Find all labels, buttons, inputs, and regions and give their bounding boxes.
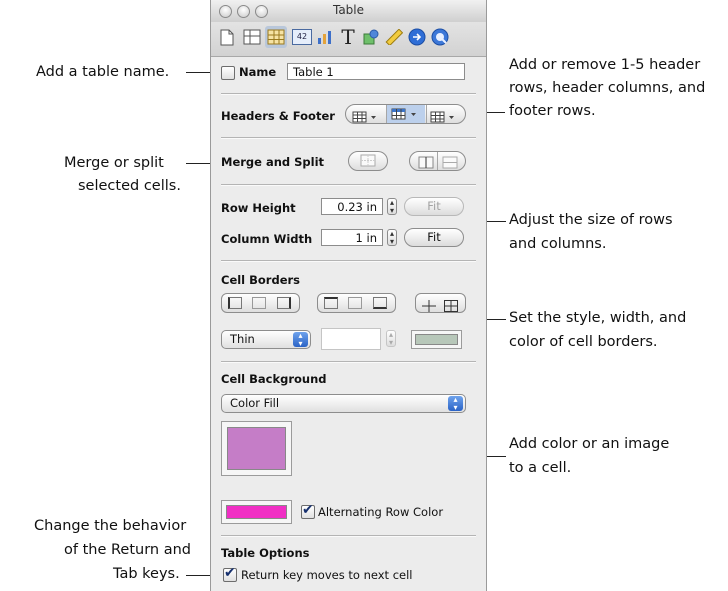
split-columns-button[interactable] xyxy=(418,154,434,169)
callout-return-line3: Tab keys. xyxy=(113,566,180,582)
inspector-toolbar: 42 T xyxy=(211,22,486,57)
callout-headers-line1: Add or remove 1-5 header xyxy=(509,57,701,73)
callout-background-line2: to a cell. xyxy=(509,460,572,476)
quicktime-icon[interactable] xyxy=(430,26,450,48)
callout-borders-line2: color of cell borders. xyxy=(509,334,658,350)
window-title: Table xyxy=(332,3,365,17)
outer-borders-button[interactable] xyxy=(444,297,458,312)
header-columns-button[interactable] xyxy=(387,105,425,123)
border-color-well[interactable] xyxy=(411,330,462,349)
alternating-row-color-well[interactable] xyxy=(221,500,292,524)
return-key-checkbox[interactable] xyxy=(223,565,237,582)
inner-horizontal-border-button[interactable] xyxy=(348,297,362,309)
inner-borders-button[interactable] xyxy=(422,297,436,312)
row-height-field[interactable]: 0.23 in xyxy=(321,198,383,215)
separator xyxy=(221,361,476,363)
text-label: T xyxy=(341,25,355,49)
separator xyxy=(221,535,476,537)
headers-footer-label: Headers & Footer xyxy=(221,109,335,123)
separator xyxy=(221,93,476,95)
chart-icon[interactable] xyxy=(315,26,335,48)
popup-arrows-icon: ▴ ▾ xyxy=(448,396,463,411)
name-label: Name xyxy=(239,65,277,79)
callout-size-line2: and columns. xyxy=(509,236,607,252)
table-name-field[interactable]: Table 1 xyxy=(287,63,465,80)
name-checkbox[interactable] xyxy=(221,66,235,80)
callout-background-line1: Add color or an image xyxy=(509,436,670,452)
bracket-borders-tick xyxy=(486,319,506,320)
row-height-label: Row Height xyxy=(221,201,296,215)
top-border-button[interactable] xyxy=(324,297,338,309)
callout-return-line1: Change the behavior xyxy=(34,518,187,534)
callout-borders-line1: Set the style, width, and xyxy=(509,310,687,326)
merge-split-label: Merge and Split xyxy=(221,155,325,169)
callout-merge-line1: Merge or split xyxy=(64,155,164,171)
column-width-label: Column Width xyxy=(221,232,313,246)
vertical-borders-control xyxy=(221,293,300,313)
header-rows-button[interactable] xyxy=(351,108,385,123)
split-cells-control xyxy=(409,151,466,171)
shape-icon[interactable] xyxy=(361,26,381,48)
hyperlink-icon[interactable] xyxy=(407,26,427,48)
popup-arrows-icon: ▴ ▾ xyxy=(293,332,308,347)
alternating-row-label: Alternating Row Color xyxy=(318,505,444,519)
border-width-field[interactable] xyxy=(321,328,381,350)
fill-color-swatch xyxy=(227,427,286,470)
layout-icon[interactable] xyxy=(242,26,262,48)
bracket-size-tick xyxy=(486,221,506,222)
column-width-field[interactable]: 1 in xyxy=(321,229,383,246)
callout-size-line1: Adjust the size of rows xyxy=(509,212,673,228)
fill-type-popup[interactable]: Color Fill ▴ ▾ xyxy=(221,394,466,413)
headers-footer-control xyxy=(345,104,466,124)
callout-return-line2: of the Return and xyxy=(64,542,191,558)
bracket-background-tick xyxy=(486,456,506,457)
graph-label: 42 xyxy=(292,29,312,45)
bottom-border-button[interactable] xyxy=(373,297,387,309)
horizontal-borders-control xyxy=(317,293,396,313)
left-border-button[interactable] xyxy=(228,297,242,309)
row-height-stepper[interactable]: ▴ ▾ xyxy=(387,198,397,215)
text-icon[interactable]: T xyxy=(338,26,358,48)
border-style-popup[interactable]: Thin ▴ ▾ xyxy=(221,330,311,349)
return-key-label: Return key moves to next cell xyxy=(241,568,413,582)
border-color-swatch xyxy=(415,334,458,345)
alternating-row-checkbox[interactable] xyxy=(301,502,315,519)
column-width-fit-button[interactable]: Fit xyxy=(404,228,464,247)
footer-rows-button[interactable] xyxy=(428,108,462,123)
title-bar: Table xyxy=(211,0,486,22)
graph-icon[interactable]: 42 xyxy=(292,26,312,48)
table-inspector-window: Table 42 T Name Table 1 Headers & Footer… xyxy=(210,0,487,591)
metrics-icon[interactable] xyxy=(384,26,404,48)
alternating-row-color-swatch xyxy=(226,505,287,519)
separator xyxy=(221,184,476,186)
table-options-label: Table Options xyxy=(221,546,310,560)
cell-borders-label: Cell Borders xyxy=(221,273,301,287)
separator xyxy=(221,137,476,139)
document-icon[interactable] xyxy=(217,26,237,48)
callout-merge-line2: selected cells. xyxy=(78,178,181,194)
callout-headers-line2: rows, header columns, and xyxy=(509,80,706,96)
border-style-value: Thin xyxy=(230,332,255,346)
fill-color-well[interactable] xyxy=(221,421,292,476)
all-borders-control xyxy=(415,293,466,313)
right-border-button[interactable] xyxy=(277,297,291,309)
segment-divider xyxy=(426,105,427,123)
separator xyxy=(221,260,476,262)
callout-headers-line3: footer rows. xyxy=(509,103,596,119)
segment-divider xyxy=(437,152,438,170)
table-icon[interactable] xyxy=(265,26,287,48)
row-height-fit-button[interactable]: Fit xyxy=(404,197,464,216)
merge-cells-button[interactable] xyxy=(348,151,388,171)
column-width-stepper[interactable]: ▴ ▾ xyxy=(387,229,397,246)
fill-type-value: Color Fill xyxy=(230,396,280,410)
callout-table-name: Add a table name. xyxy=(36,64,170,80)
cell-background-label: Cell Background xyxy=(221,372,327,386)
inner-vertical-border-button[interactable] xyxy=(252,297,266,309)
border-width-stepper[interactable]: ▴ ▾ xyxy=(386,330,396,347)
split-rows-button[interactable] xyxy=(442,154,458,169)
